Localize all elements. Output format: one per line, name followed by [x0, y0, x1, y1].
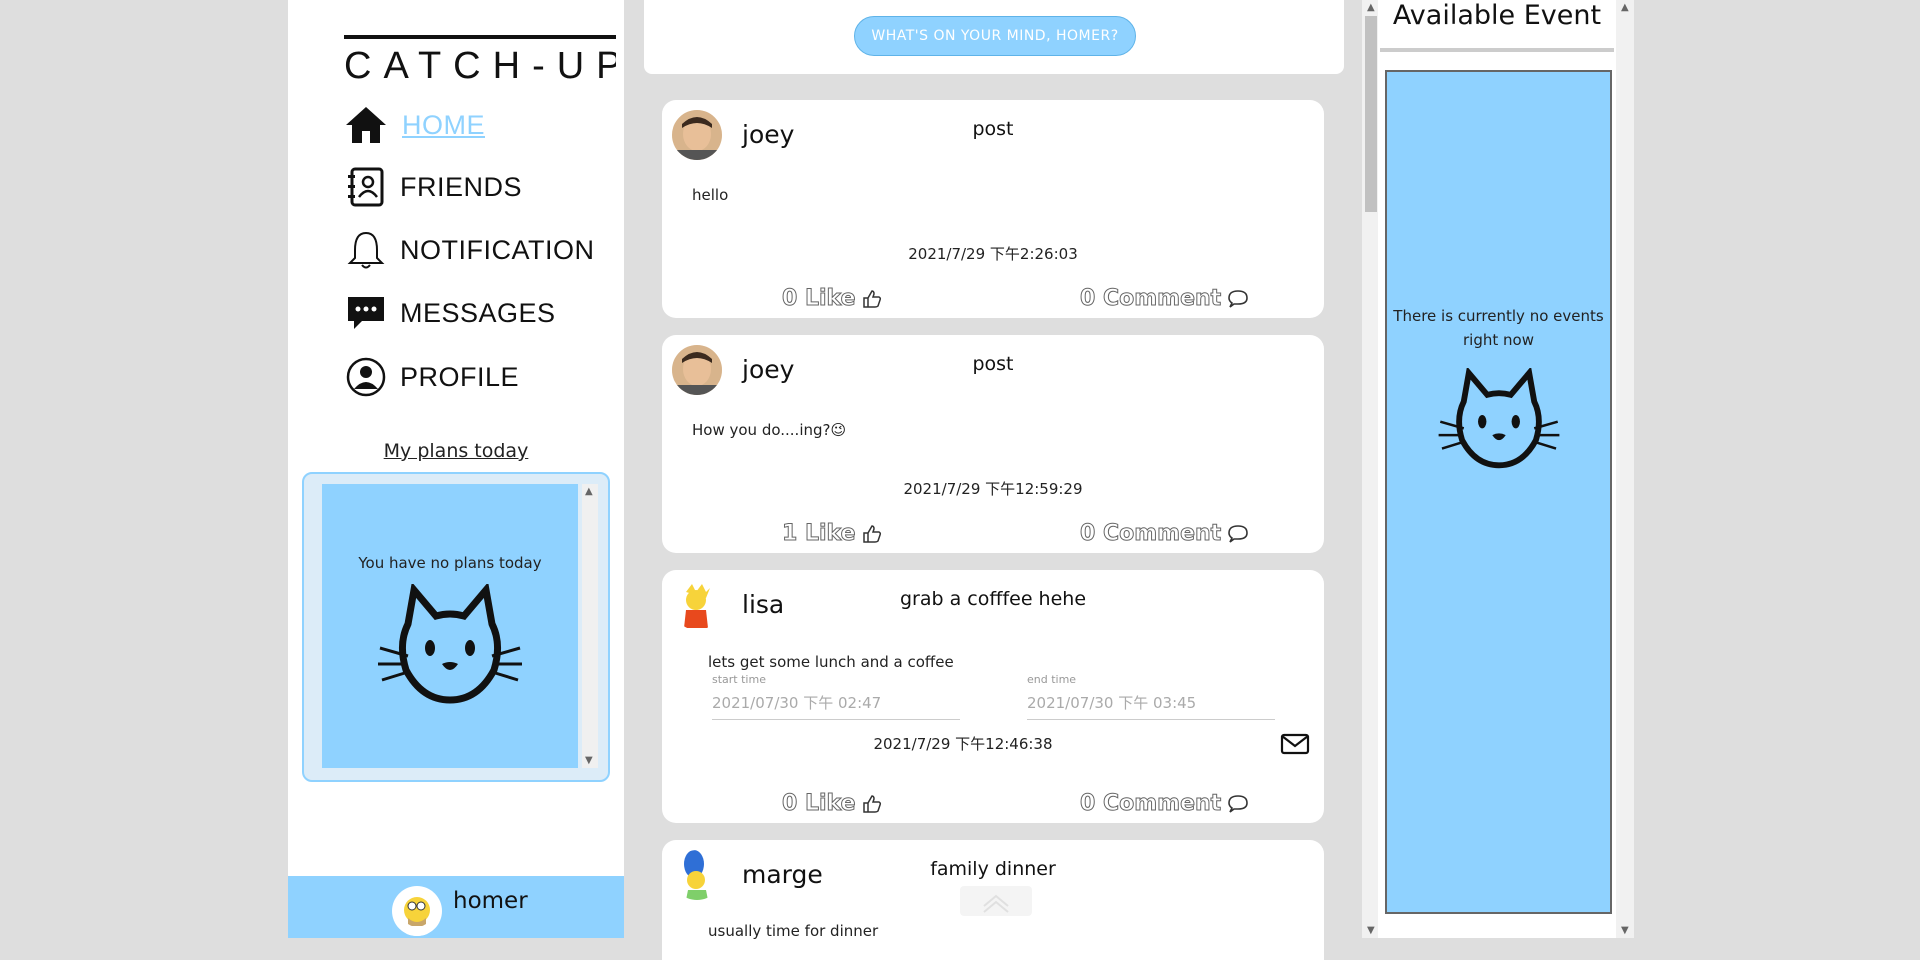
cat-icon [1438, 368, 1560, 469]
post-card: joey post How you do....ing?😉 2021/7/29 … [662, 335, 1324, 553]
comment-button[interactable]: 0 Comment [1079, 286, 1249, 312]
divider [1380, 48, 1614, 52]
like-count: 0 Like [782, 791, 856, 817]
post-card: lisa grab a cofffee hehe lets get some l… [662, 570, 1324, 823]
like-button[interactable]: 0 Like [782, 286, 882, 312]
current-user-bar[interactable]: homer [288, 876, 624, 938]
end-time-label: end time [1027, 673, 1077, 686]
thumbs-up-icon [862, 524, 881, 543]
events-list: There is currently no events right now [1385, 70, 1612, 914]
start-time-value: 2021/07/30 下午 02:47 [712, 694, 882, 712]
scroll-to-top-button[interactable] [960, 886, 1032, 916]
post-card: joey post hello 2021/7/29 下午2:26:03 0 Li… [662, 100, 1324, 318]
chat-icon [348, 297, 384, 329]
plans-scrollbar[interactable]: ▲ ▼ [582, 484, 598, 768]
nav-messages-label: MESSAGES [400, 297, 556, 328]
plans-title: My plans today [383, 440, 529, 462]
events-panel: Available Event There is currently no ev… [1378, 0, 1616, 938]
nav-profile-label: PROFILE [400, 361, 520, 392]
start-time-field[interactable]: start time 2021/07/30 下午 02:47 [712, 673, 960, 720]
like-count: 0 Like [782, 286, 856, 312]
cat-icon [378, 584, 522, 704]
nav-messages[interactable]: MESSAGES [344, 290, 556, 336]
comment-count: 0 Comment [1079, 286, 1222, 312]
like-count: 1 Like [782, 521, 856, 547]
end-time-field[interactable]: end time 2021/07/30 下午 03:45 [1027, 673, 1275, 720]
events-title: Available Event [1392, 0, 1602, 31]
sidebar: CATCH-UP HOME FRIENDS NOTIFICATION MESSA… [288, 0, 624, 938]
comment-bubble-icon [1228, 794, 1248, 813]
comment-count: 0 Comment [1079, 521, 1222, 547]
post-title: grab a cofffee hehe [899, 588, 1087, 610]
post-content: lets get some lunch and a coffee [708, 653, 954, 671]
nav-friends[interactable]: FRIENDS [344, 164, 522, 210]
comment-bubble-icon [1228, 524, 1248, 543]
events-scrollbar[interactable]: ▲ ▼ [1616, 0, 1634, 938]
composer-panel: WHAT'S ON YOUR MIND, HOMER? [644, 0, 1344, 74]
plans-panel: You have no plans today ▲ ▼ [302, 472, 610, 782]
plans-list: You have no plans today [322, 484, 578, 768]
like-button[interactable]: 1 Like [782, 521, 882, 547]
nav-profile[interactable]: PROFILE [344, 354, 519, 400]
post-title: post [972, 118, 1014, 140]
post-content: hello [692, 186, 729, 204]
nav-friends-label: FRIENDS [400, 171, 523, 202]
chevron-up-icon [983, 894, 1009, 913]
post-content: usually time for dinner [708, 922, 879, 940]
nav-home-label: HOME [402, 109, 485, 140]
start-time-label: start time [712, 673, 766, 686]
feed-scroll-thumb[interactable] [1365, 16, 1377, 212]
post-timestamp: 2021/7/29 下午2:26:03 [908, 245, 1078, 263]
envelope-icon[interactable] [1280, 732, 1310, 756]
comment-bubble-icon [1228, 289, 1248, 308]
comment-button[interactable]: 0 Comment [1079, 521, 1249, 547]
svg-text:CATCH-UP: CATCH-UP [344, 45, 616, 82]
nav-notification[interactable]: NOTIFICATION [344, 227, 595, 273]
contacts-icon [348, 167, 384, 207]
post-timestamp: 2021/7/29 下午12:46:38 [873, 735, 1053, 753]
comment-count: 0 Comment [1079, 791, 1222, 817]
events-empty-text: There is currently no events right now [1393, 307, 1604, 349]
thumbs-up-icon [862, 794, 881, 813]
post-title: post [972, 353, 1014, 375]
nav-notification-label: NOTIFICATION [400, 234, 595, 265]
user-circle-icon [346, 357, 386, 397]
user-avatar [392, 886, 442, 936]
post-content: How you do....ing?😉 [692, 421, 847, 439]
thumbs-up-icon [862, 289, 881, 308]
post-timestamp: 2021/7/29 下午12:59:29 [903, 480, 1083, 498]
end-time-value: 2021/07/30 下午 03:45 [1027, 694, 1197, 712]
app-logo[interactable]: CATCH-UP [344, 32, 616, 82]
home-icon [346, 107, 386, 143]
bell-icon [347, 231, 385, 269]
compose-post-button[interactable]: WHAT'S ON YOUR MIND, HOMER? [854, 16, 1136, 56]
comment-button[interactable]: 0 Comment [1079, 791, 1249, 817]
user-name: homer [453, 888, 528, 914]
plans-empty-text: You have no plans today [358, 554, 542, 572]
post-title: family dinner [930, 858, 1056, 880]
nav-home[interactable]: HOME [344, 102, 485, 148]
like-button[interactable]: 0 Like [782, 791, 882, 817]
